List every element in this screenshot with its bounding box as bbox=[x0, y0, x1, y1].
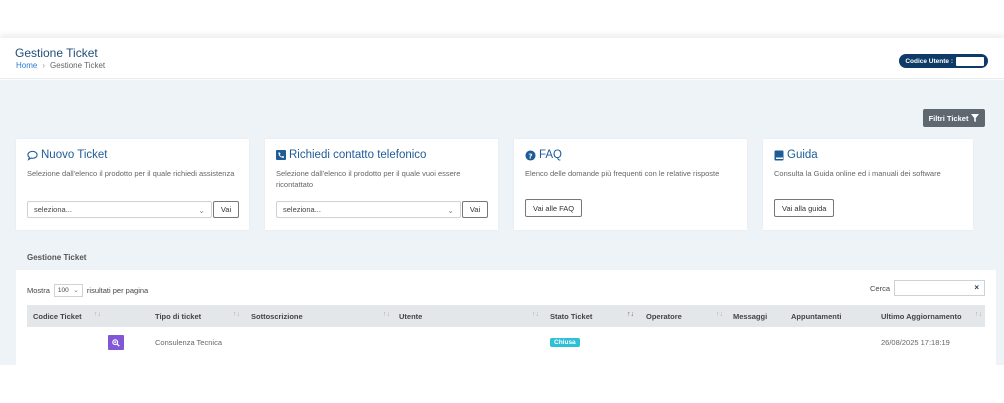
section-title: Gestione Ticket bbox=[27, 253, 87, 262]
question-circle-icon: ? bbox=[525, 149, 536, 161]
go-button[interactable]: Vai bbox=[462, 201, 488, 218]
page-header: Gestione Ticket Home › Gestione Ticket C… bbox=[0, 38, 1004, 79]
per-page-label: risultati per pagina bbox=[86, 286, 149, 295]
column-header-codice[interactable]: Codice Ticket ↑↓ bbox=[33, 305, 148, 327]
filter-icon bbox=[971, 114, 980, 122]
main-content: Filtri Ticket Nuovo Ticket Selezione dal… bbox=[0, 80, 1004, 365]
column-header-messaggi: Messaggi bbox=[733, 311, 768, 321]
sort-icon: ↑↓ bbox=[975, 311, 982, 318]
search-label: Cerca bbox=[869, 283, 890, 293]
product-select-value: seleziona... bbox=[34, 205, 72, 214]
page-size-control: Mostra 100 ⌄ risultati per pagina bbox=[27, 284, 148, 297]
status-badge: Chiusa bbox=[550, 337, 580, 347]
comment-icon bbox=[27, 150, 38, 161]
filter-tickets-button[interactable]: Filtri Ticket bbox=[923, 109, 985, 127]
breadcrumb-home-link[interactable]: Home bbox=[16, 61, 37, 70]
chevron-right-icon: › bbox=[42, 61, 46, 70]
card-description: Selezione dall'elenco il prodotto per il… bbox=[27, 169, 235, 178]
filter-tickets-label: Filtri Ticket bbox=[928, 113, 969, 123]
chevron-down-icon: ⌄ bbox=[73, 287, 79, 294]
top-blank-area bbox=[0, 0, 1004, 38]
card-new-ticket: Nuovo Ticket Selezione dall'elenco il pr… bbox=[16, 139, 249, 230]
cell-stato: Chiusa bbox=[550, 329, 580, 355]
column-header-tipo[interactable]: Tipo di ticket ↑↓ bbox=[155, 305, 241, 327]
svg-text:?: ? bbox=[528, 151, 532, 160]
show-label: Mostra bbox=[27, 286, 50, 295]
product-select-value: seleziona... bbox=[283, 205, 321, 214]
column-header-appuntamenti: Appuntamenti bbox=[791, 311, 842, 321]
column-header-ultimo-aggiornamento[interactable]: Ultimo Aggiornamento ↑↓ bbox=[881, 305, 985, 327]
card-description: Elenco delle domande più frequenti con l… bbox=[525, 169, 720, 178]
product-select[interactable]: seleziona... ⌄ bbox=[276, 201, 461, 218]
breadcrumb-current: Gestione Ticket bbox=[50, 61, 106, 70]
column-header-sottoscrizione[interactable]: Sottoscrizione ↑↓ bbox=[251, 305, 391, 327]
view-ticket-button[interactable] bbox=[108, 335, 124, 350]
column-header-operatore[interactable]: Operatore ↑↓ bbox=[646, 305, 726, 327]
phone-square-icon bbox=[276, 150, 286, 160]
book-icon bbox=[774, 150, 784, 160]
card-title: FAQ bbox=[539, 149, 563, 161]
sort-icon: ↑↓ bbox=[627, 311, 634, 318]
card-title: Richiedi contatto telefonico bbox=[289, 149, 427, 161]
go-button[interactable]: Vai bbox=[213, 201, 239, 218]
chevron-down-icon: ⌄ bbox=[447, 206, 454, 215]
sort-icon: ↑↓ bbox=[94, 311, 101, 318]
table-row: Consulenza Tecnica Chiusa 26/08/2025 17:… bbox=[27, 329, 985, 355]
user-code-badge[interactable]: Codice Utente : bbox=[899, 54, 988, 68]
card-description: Consulta la Guida online ed i manuali de… bbox=[774, 169, 941, 178]
card-description: Selezione dall'elenco il prodotto per il… bbox=[276, 169, 461, 189]
zoom-in-icon bbox=[112, 338, 120, 347]
page-size-value: 100 bbox=[57, 287, 69, 294]
card-title: Guida bbox=[787, 149, 818, 161]
cell-ultimo-aggiornamento: 26/08/2025 17:18:19 bbox=[881, 337, 950, 347]
breadcrumb: Home › Gestione Ticket bbox=[16, 61, 105, 70]
column-header-utente[interactable]: Utente ↑↓ bbox=[399, 305, 539, 327]
table-search: Cerca × bbox=[870, 280, 985, 296]
faq-button[interactable]: Vai alle FAQ bbox=[525, 199, 583, 217]
page-title: Gestione Ticket bbox=[15, 46, 98, 60]
clear-search-icon[interactable]: × bbox=[974, 283, 979, 292]
ticket-table-panel: Mostra 100 ⌄ risultati per pagina Cerca … bbox=[16, 270, 996, 365]
column-header-stato[interactable]: Stato Ticket ↑↓ bbox=[550, 305, 636, 327]
table-header: Codice Ticket ↑↓ Tipo di ticket ↑↓ Sotto… bbox=[27, 305, 985, 327]
card-phone-contact: Richiedi contatto telefonico Selezione d… bbox=[265, 139, 498, 230]
guide-button[interactable]: Vai alla guida bbox=[774, 199, 835, 217]
card-title: Nuovo Ticket bbox=[41, 149, 108, 161]
sort-icon: ↑↓ bbox=[716, 311, 723, 318]
product-select[interactable]: seleziona... ⌄ bbox=[27, 201, 212, 218]
sort-icon: ↑↓ bbox=[532, 311, 539, 318]
chevron-down-icon: ⌄ bbox=[198, 206, 205, 215]
user-code-label: Codice Utente : bbox=[905, 57, 953, 65]
sort-icon: ↑↓ bbox=[383, 311, 390, 318]
sort-icon: ↑↓ bbox=[233, 311, 240, 318]
user-code-value bbox=[956, 56, 984, 66]
card-faq: ? FAQ Elenco delle domande più frequenti… bbox=[514, 139, 747, 230]
card-guide: Guida Consulta la Guida online ed i manu… bbox=[763, 139, 973, 230]
cell-tipo: Consulenza Tecnica bbox=[155, 337, 222, 347]
search-input[interactable]: × bbox=[894, 280, 985, 296]
page-size-select[interactable]: 100 ⌄ bbox=[53, 284, 83, 297]
